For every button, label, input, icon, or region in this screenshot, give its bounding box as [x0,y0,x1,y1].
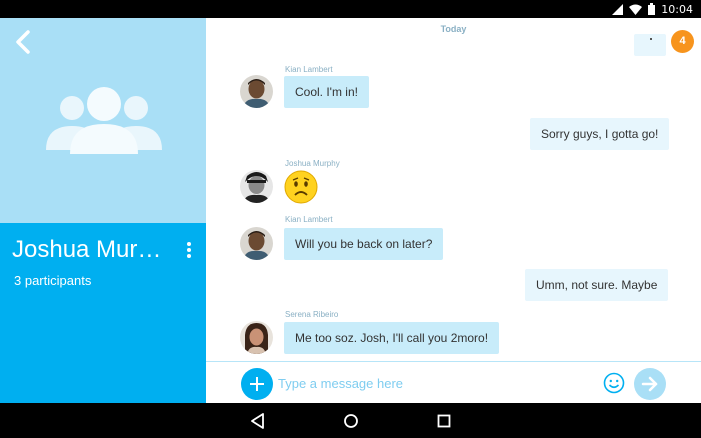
navigation-bar [0,403,701,438]
message-input[interactable] [278,371,588,395]
incoming-message[interactable]: Cool. I'm in! [284,76,369,108]
dot-icon [187,248,191,252]
nav-back-icon [251,413,264,429]
back-nav-button[interactable] [249,412,267,430]
group-header [0,18,206,223]
group-avatar-icon [44,86,164,156]
message-composer [206,361,701,403]
sender-name: Kian Lambert [285,65,333,74]
avatar[interactable] [240,75,273,108]
dot-icon [187,242,191,246]
status-bar: 10:04 [0,0,701,18]
nav-home-icon [344,414,358,428]
smiley-icon [603,372,625,394]
battery-icon [648,3,656,15]
unread-badge[interactable]: 4 [671,30,694,53]
emoticon-button[interactable] [603,372,625,394]
message-list[interactable]: Today 4 Kian Lambert Cool. I'm in! Sorry… [206,18,701,361]
status-icons: 10:04 [612,2,693,16]
send-button[interactable] [634,368,666,400]
conversation-title[interactable]: Joshua Mur… [12,236,172,264]
previous-message-bubble [634,34,666,56]
nav-recents-icon [437,414,451,428]
status-time: 10:04 [661,2,693,16]
wifi-icon [629,4,643,15]
recents-nav-button[interactable] [435,412,453,430]
date-separator: Today [440,24,467,34]
signal-icon [612,3,624,15]
back-button[interactable] [10,28,36,56]
send-arrow-icon [641,376,658,392]
avatar[interactable] [240,321,273,354]
participants-count[interactable]: 3 participants [14,273,91,288]
incoming-message[interactable]: Will you be back on later? [284,228,444,260]
incoming-message[interactable]: Me too soz. Josh, I'll call you 2moro! [284,322,500,354]
back-arrow-icon [16,30,30,54]
avatar[interactable] [240,227,273,260]
sender-name: Kian Lambert [285,215,333,224]
sender-name: Serena Ribeiro [285,310,339,319]
skype-chat-screen: 10:04 Joshua Mur… 3 participants Today 4… [0,0,701,438]
outgoing-message[interactable]: Sorry guys, I gotta go! [530,118,670,150]
dot-icon [187,254,191,258]
sender-name: Joshua Murphy [285,159,340,168]
avatar[interactable] [240,170,273,203]
home-nav-button[interactable] [342,412,360,430]
outgoing-message[interactable]: Umm, not sure. Maybe [525,269,669,301]
conversation-info-panel: Joshua Mur… 3 participants [0,18,206,403]
add-content-button[interactable] [241,368,273,400]
overflow-menu-button[interactable] [182,240,196,260]
sad-emoticon[interactable] [284,170,318,204]
